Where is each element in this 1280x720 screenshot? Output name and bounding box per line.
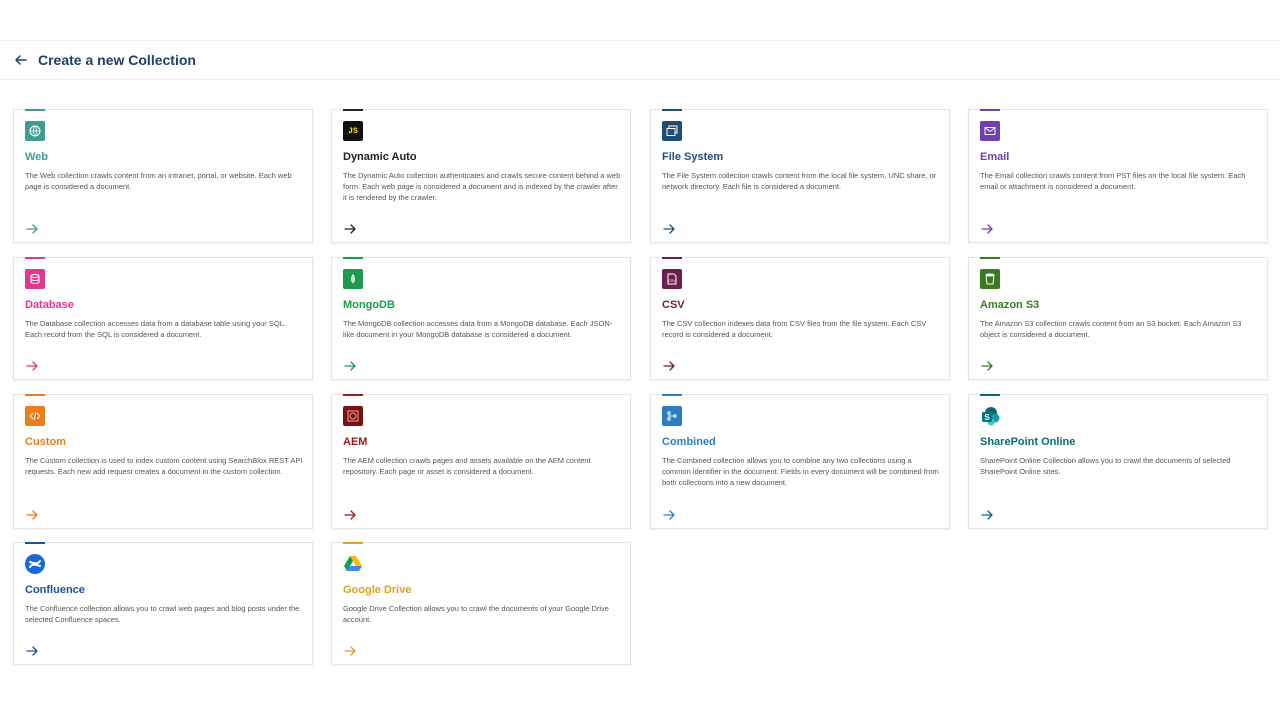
card-title: Web (25, 151, 49, 163)
arrow-right-icon[interactable] (343, 644, 357, 658)
card-accent-bar (980, 257, 1000, 259)
database-icon (25, 269, 45, 289)
card-accent-bar (343, 394, 363, 396)
card-title: CSV (662, 299, 685, 311)
card-description: The Amazon S3 collection crawls content … (980, 319, 1242, 339)
card-description: The Confluence collection allows you to … (25, 604, 300, 624)
card-accent-bar (25, 542, 45, 544)
code-icon (25, 406, 45, 426)
page-header: Create a new Collection (0, 41, 1280, 80)
arrow-right-icon[interactable] (980, 222, 994, 236)
card-title: Amazon S3 (980, 299, 1040, 311)
card-title: Google Drive (343, 584, 412, 596)
aem-icon (343, 406, 363, 426)
globe-icon (25, 121, 45, 141)
card-description: The Email collection crawls content from… (980, 171, 1246, 191)
card-description: The File System collection crawls conten… (662, 171, 937, 191)
back-arrow-icon[interactable] (13, 52, 29, 68)
collection-card-combined[interactable]: Combined The Combined collection allows y… (650, 394, 950, 529)
card-title: SharePoint Online (980, 436, 1076, 448)
card-title: Custom (25, 436, 66, 448)
collection-card-aem[interactable]: AEM The AEM collection crawls pages and a… (331, 394, 631, 529)
collection-card-csv[interactable]: CSV CSV The CSV collection indexes data fr… (650, 257, 950, 380)
arrow-right-icon[interactable] (25, 359, 39, 373)
arrow-right-icon[interactable] (980, 508, 994, 522)
js-icon: JS (343, 121, 363, 141)
collection-card-database[interactable]: Database The Database collection accesses… (13, 257, 313, 380)
arrow-right-icon[interactable] (662, 508, 676, 522)
card-title: Combined (662, 436, 716, 448)
arrow-right-icon[interactable] (343, 359, 357, 373)
sharepoint-icon: S (980, 406, 1000, 426)
svg-text:CSV: CSV (668, 279, 676, 283)
merge-icon (662, 406, 682, 426)
card-accent-bar (662, 394, 682, 396)
arrow-right-icon[interactable] (25, 222, 39, 236)
collection-card-confluence[interactable]: Confluence The Confluence collection allo… (13, 542, 313, 665)
card-accent-bar (980, 394, 1000, 396)
card-accent-bar (343, 257, 363, 259)
arrow-right-icon[interactable] (662, 222, 676, 236)
mail-icon (980, 121, 1000, 141)
top-bar (0, 0, 1280, 41)
s3-bucket-icon (980, 269, 1000, 289)
google-drive-icon (343, 554, 363, 574)
card-accent-bar (662, 257, 682, 259)
card-description: The MongoDB collection accesses data fro… (343, 319, 613, 339)
card-accent-bar (343, 109, 363, 111)
card-description: The Combined collection allows you to co… (662, 456, 939, 487)
confluence-icon (25, 554, 45, 574)
arrow-right-icon[interactable] (343, 222, 357, 236)
card-title: Dynamic Auto (343, 151, 417, 163)
card-title: AEM (343, 436, 368, 448)
card-description: The Database collection accesses data fr… (25, 319, 286, 339)
collection-card-email[interactable]: Email The Email collection crawls content… (968, 109, 1268, 243)
collection-card-web[interactable]: Web The Web collection crawls content fro… (13, 109, 313, 243)
card-description: The Custom collection is used to index c… (25, 456, 303, 476)
card-description: The Dynamic Auto collection authenticate… (343, 171, 621, 202)
collection-card-google-drive[interactable]: Google Drive Google Drive Collection allo… (331, 542, 631, 665)
arrow-right-icon[interactable] (343, 508, 357, 522)
card-accent-bar (25, 394, 45, 396)
arrow-right-icon[interactable] (25, 508, 39, 522)
card-title: MongoDB (343, 299, 395, 311)
card-title: Email (980, 151, 1010, 163)
arrow-right-icon[interactable] (662, 359, 676, 373)
collection-card-custom[interactable]: Custom The Custom collection is used to i… (13, 394, 313, 529)
card-description: SharePoint Online Collection allows you … (980, 456, 1231, 476)
collection-card-file-system[interactable]: File System The File System collection cr… (650, 109, 950, 243)
card-description: The CSV collection indexes data from CSV… (662, 319, 927, 339)
page-title: Create a new Collection (38, 52, 196, 68)
arrow-right-icon[interactable] (25, 644, 39, 658)
arrow-right-icon[interactable] (980, 359, 994, 373)
csv-file-icon: CSV (662, 269, 682, 289)
collection-card-amazon-s3[interactable]: Amazon S3 The Amazon S3 collection crawls… (968, 257, 1268, 380)
card-title: Database (25, 299, 74, 311)
mongodb-leaf-icon (343, 269, 363, 289)
folder-copy-icon (662, 121, 682, 141)
card-accent-bar (980, 109, 1000, 111)
svg-text:S: S (984, 413, 990, 422)
card-title: Confluence (25, 584, 85, 596)
card-accent-bar (662, 109, 682, 111)
card-description: Google Drive Collection allows you to cr… (343, 604, 609, 624)
card-accent-bar (343, 542, 363, 544)
card-accent-bar (25, 257, 45, 259)
collection-card-dynamic-auto[interactable]: JS Dynamic Auto The Dynamic Auto collectio… (331, 109, 631, 243)
collection-card-mongodb[interactable]: MongoDB The MongoDB collection accesses d… (331, 257, 631, 380)
card-description: The Web collection crawls content from a… (25, 171, 292, 191)
card-title: File System (662, 151, 724, 163)
card-description: The AEM collection crawls pages and asse… (343, 456, 591, 476)
collection-card-sharepoint-online[interactable]: S SharePoint Online SharePoint Online Coll… (968, 394, 1268, 529)
card-accent-bar (25, 109, 45, 111)
